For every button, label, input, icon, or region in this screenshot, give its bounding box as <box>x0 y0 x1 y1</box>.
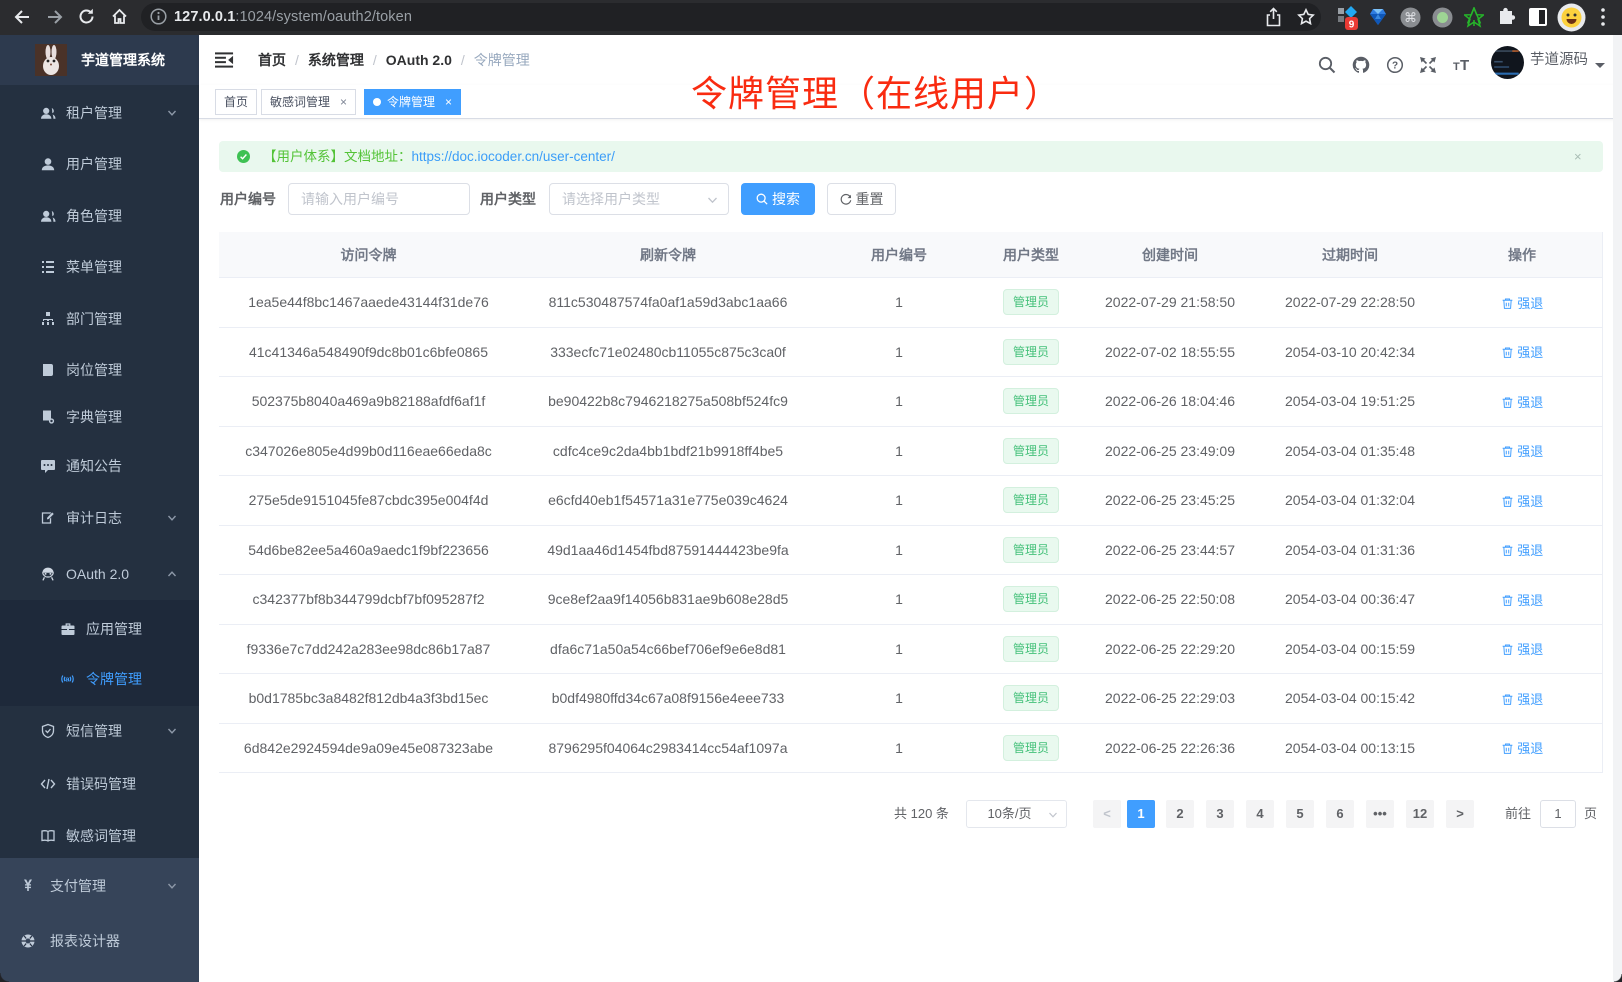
svg-text:⌘: ⌘ <box>1404 10 1417 25</box>
svg-text:a: a <box>65 674 70 683</box>
svg-text:T: T <box>1453 61 1460 73</box>
svg-text:?: ? <box>1392 61 1398 72</box>
svg-text:9: 9 <box>1349 20 1355 31</box>
svg-text:T: T <box>1460 57 1469 74</box>
